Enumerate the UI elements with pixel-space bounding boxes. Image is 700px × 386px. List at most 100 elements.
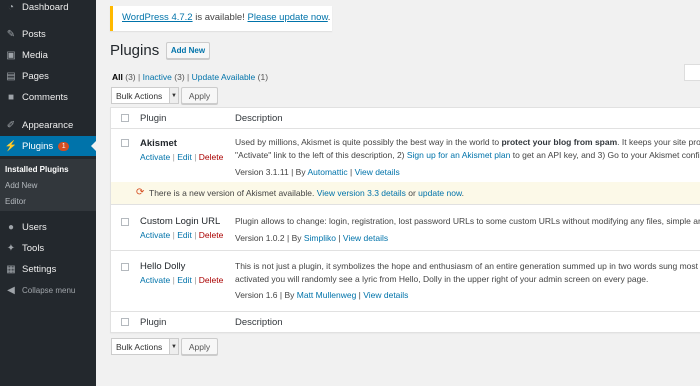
select-all-checkbox[interactable] xyxy=(121,114,129,122)
sidebar-item-label: Pages xyxy=(22,70,49,82)
media-icon: ▣ xyxy=(6,49,16,61)
view-details-link[interactable]: View details xyxy=(363,290,408,300)
update-count-badge: 1 xyxy=(58,141,70,151)
plugin-name: Custom Login URL xyxy=(140,216,221,227)
add-new-button[interactable]: Add New xyxy=(166,42,210,59)
delete-link[interactable]: Delete xyxy=(199,152,224,162)
update-now-link[interactable]: Please update now xyxy=(248,12,328,23)
update-now-link[interactable]: update now xyxy=(418,188,461,198)
plugin-meta: Version 1.6 | By Matt Mullenweg | View d… xyxy=(235,290,409,300)
protect-blog-link[interactable]: protect your blog from spam xyxy=(501,137,617,147)
divider xyxy=(111,204,700,205)
plugins-submenu: Installed Plugins Add New Editor xyxy=(0,159,96,211)
sidebar-item-comments[interactable]: ■ Comments xyxy=(0,87,96,107)
filter-separator: | xyxy=(138,72,141,82)
bulk-actions-label: Bulk Actions xyxy=(116,342,163,352)
sidebar-item-label: Dashboard xyxy=(22,1,69,13)
sidebar-item-appearance[interactable]: ✐ Appearance xyxy=(0,115,96,135)
by-label: By xyxy=(284,290,295,300)
activate-link[interactable]: Activate xyxy=(140,152,170,162)
plugin-description: Used by millions, Akismet is quite possi… xyxy=(235,136,700,161)
dashboard-icon: ◔ xyxy=(7,1,15,13)
desc-text: to get an API key, and 3) Go to your Aki… xyxy=(510,149,700,160)
sidebar-item-posts[interactable]: ✎ Posts xyxy=(0,24,96,44)
sidebar-item-settings[interactable]: ▦ Settings xyxy=(0,259,96,279)
sidebar-item-label: Users xyxy=(22,221,47,233)
bulk-actions-select-bottom[interactable]: Bulk Actions ▼ xyxy=(111,338,179,355)
update-notice: WordPress 4.7.2 is available! Please upd… xyxy=(110,6,332,31)
plugin-version: Version 3.1.11 xyxy=(235,167,289,177)
update-icon: ⟳ xyxy=(136,187,145,198)
select-all-checkbox-footer[interactable] xyxy=(121,318,129,326)
delete-link[interactable]: Delete xyxy=(199,230,224,240)
author-link[interactable]: Automattic xyxy=(307,167,347,177)
sidebar-item-pages[interactable]: ▤ Pages xyxy=(0,66,96,86)
search-plugins-input[interactable] xyxy=(684,64,700,81)
author-link[interactable]: Simpliko xyxy=(304,233,336,243)
filter-all-count: (3) xyxy=(125,72,136,82)
plug-icon: ⚡ xyxy=(4,140,18,152)
filter-inactive-count: (3) xyxy=(174,72,185,82)
plugins-table: Plugin Description Akismet Activate | Ed… xyxy=(110,107,700,333)
filter-update-available[interactable]: Update Available xyxy=(192,72,256,82)
sidebar-item-users[interactable]: ● Users xyxy=(0,217,96,237)
plugin-version: Version 1.6 xyxy=(235,290,278,300)
column-footer-plugin[interactable]: Plugin xyxy=(140,317,166,328)
sidebar-item-label: Settings xyxy=(22,263,57,275)
brush-icon: ✐ xyxy=(6,119,16,131)
wordpress-version-link[interactable]: WordPress 4.7.2 xyxy=(122,12,193,23)
sidebar-item-label: Comments xyxy=(22,91,68,103)
row-checkbox[interactable] xyxy=(121,139,129,147)
activate-link[interactable]: Activate xyxy=(140,230,170,240)
row-checkbox[interactable] xyxy=(121,263,129,271)
row-actions: Activate | Edit | Delete xyxy=(140,152,224,162)
edit-link[interactable]: Edit xyxy=(177,275,192,285)
plugin-version: Version 1.0.2 xyxy=(235,233,285,243)
column-header-description: Description xyxy=(235,113,283,124)
view-details-link[interactable]: View details xyxy=(343,233,388,243)
collapse-menu-button[interactable]: ◀ Collapse menu xyxy=(0,280,96,300)
sidebar-item-label: Plugins xyxy=(22,140,54,152)
akismet-plan-link[interactable]: Sign up for an Akismet plan xyxy=(407,150,510,160)
plugin-name: Akismet xyxy=(140,138,177,149)
plugin-meta: Version 3.1.11 | By Automattic | View de… xyxy=(235,167,400,177)
activate-link[interactable]: Activate xyxy=(140,275,170,285)
pin-icon: ✎ xyxy=(6,28,16,40)
apply-button-bottom[interactable]: Apply xyxy=(181,338,218,355)
sidebar-item-label: Media xyxy=(22,49,48,61)
sidebar-item-media[interactable]: ▣ Media xyxy=(0,45,96,65)
divider xyxy=(111,311,700,312)
submenu-editor[interactable]: Editor xyxy=(5,197,26,206)
row-actions: Activate | Edit | Delete xyxy=(140,230,224,240)
update-end: . xyxy=(461,188,465,198)
desc-text: "Activate" link to the left of this desc… xyxy=(235,149,407,160)
active-arrow xyxy=(91,141,96,151)
sidebar-item-plugins[interactable]: ⚡ Plugins 1 xyxy=(0,136,96,156)
delete-link[interactable]: Delete xyxy=(199,275,224,285)
filter-inactive[interactable]: Inactive xyxy=(143,72,172,82)
bulk-actions-select[interactable]: Bulk Actions ▼ xyxy=(111,87,179,104)
submenu-installed-plugins[interactable]: Installed Plugins xyxy=(5,165,69,174)
view-version-details-link[interactable]: View version 3.3 details xyxy=(317,188,406,198)
plugin-meta: Version 1.0.2 | By Simpliko | View detai… xyxy=(235,233,389,243)
plugin-filters: All (3) | Inactive (3) | Update Availabl… xyxy=(112,72,268,82)
row-checkbox[interactable] xyxy=(121,218,129,226)
view-details-link[interactable]: View details xyxy=(355,167,400,177)
filter-all[interactable]: All xyxy=(112,72,123,82)
plugin-name: Hello Dolly xyxy=(140,261,186,272)
submenu-add-new[interactable]: Add New xyxy=(5,181,37,190)
apply-button[interactable]: Apply xyxy=(181,87,218,104)
author-link[interactable]: Matt Mullenweg xyxy=(297,290,357,300)
column-header-plugin[interactable]: Plugin xyxy=(140,113,166,124)
comment-icon: ■ xyxy=(7,91,15,103)
page-title: Plugins xyxy=(110,42,160,59)
edit-link[interactable]: Edit xyxy=(177,152,192,162)
edit-link[interactable]: Edit xyxy=(177,230,192,240)
sidebar-item-dashboard[interactable]: ◔ Dashboard xyxy=(0,0,96,17)
collapse-icon: ◀ xyxy=(7,284,15,296)
desc-text: . It keeps your site protect xyxy=(617,137,700,147)
admin-sidebar: ◔ Dashboard ✎ Posts ▣ Media ▤ Pages ■ Co… xyxy=(0,0,96,386)
sidebar-item-tools[interactable]: ✦ Tools xyxy=(0,238,96,258)
plugin-description: This is not just a plugin, it symbolizes… xyxy=(235,260,700,285)
wrench-icon: ✦ xyxy=(6,242,16,254)
